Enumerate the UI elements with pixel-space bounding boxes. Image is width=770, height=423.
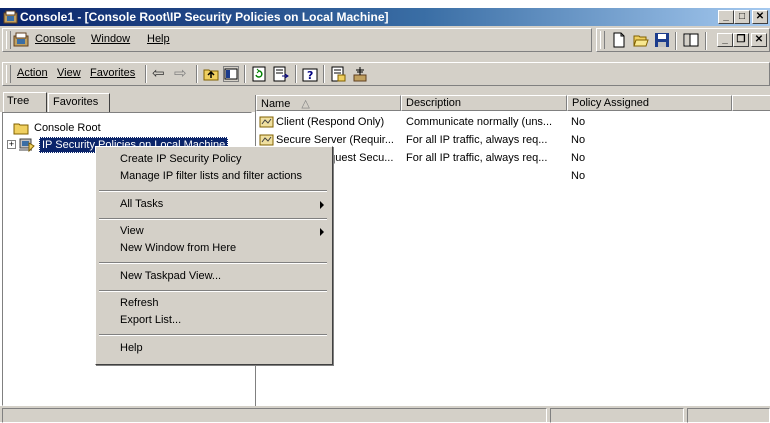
column-header-extra[interactable] [732,95,770,111]
menu-separator [99,262,327,264]
child-restore-button[interactable]: ❐ [733,33,749,47]
menu-separator [99,190,327,192]
window-title: Console1 - [Console Root\IP Security Pol… [20,10,389,24]
list-row[interactable]: Server (Request Secu... For all IP traff… [256,150,770,167]
menu-favorites[interactable]: Favorites [90,67,135,79]
toolbar-separator [675,32,677,50]
column-header-name-label: Name [261,98,291,110]
manage-filters-icon[interactable] [352,66,368,82]
list-row[interactable]: No [256,168,770,185]
menu-window[interactable]: Window [91,33,130,45]
menu-console[interactable]: Console [35,33,75,45]
row-policy-assigned: No [571,170,586,182]
menu-item-export-list[interactable]: Export List... [120,314,181,326]
folder-icon [13,123,29,135]
column-header-description[interactable]: Description [401,95,567,111]
toolbar-separator [145,65,147,83]
maximize-button[interactable]: □ [734,10,750,24]
help-topic-icon[interactable]: ? [302,66,318,82]
menu-separator [99,290,327,292]
menu-help[interactable]: Help [147,33,170,45]
menu-item-all-tasks[interactable]: All Tasks [120,198,163,210]
minimize-button[interactable]: _ [718,10,734,24]
row-name: Secure Server (Requir... [276,134,394,146]
up-one-level-icon[interactable] [203,66,219,82]
title-bar[interactable]: Console1 - [Console Root\IP Security Pol… [0,8,770,26]
row-description: For all IP traffic, always req... [406,152,548,164]
refresh-icon[interactable] [251,66,267,82]
menubar-grip[interactable] [6,31,11,49]
list-row[interactable]: Client (Respond Only) Communicate normal… [256,114,770,131]
menubar: Console Window Help [2,28,592,52]
menu-view[interactable]: View [57,67,81,79]
menu-toolbar-area: Console Window Help _ ❐ ✕ [0,26,770,60]
status-bar [0,406,770,423]
list-row[interactable]: Secure Server (Requir... For all IP traf… [256,132,770,149]
standard-toolbar: _ ❐ ✕ [596,28,770,52]
ip-security-policy-icon [19,138,35,153]
create-policy-icon[interactable] [330,66,346,82]
status-pane-main [2,408,547,423]
policy-icon [259,116,274,128]
row-name: Client (Respond Only) [276,116,385,128]
menu-item-create-ip-security-policy[interactable]: Create IP Security Policy [120,153,241,165]
tab-tree[interactable]: Tree [3,92,47,112]
row-description: Communicate normally (uns... [406,116,553,128]
context-menu: Create IP Security Policy Manage IP filt… [95,146,333,365]
show-hide-tree-icon[interactable] [223,66,239,82]
new-document-icon[interactable] [611,32,627,48]
menu-item-view[interactable]: View [120,225,144,237]
menu-item-new-window-from-here[interactable]: New Window from Here [120,242,236,254]
standard-toolbar-grip[interactable] [600,31,605,49]
status-pane-secondary [550,408,684,423]
close-button[interactable]: ✕ [752,10,768,24]
row-policy-assigned: No [571,134,586,146]
console-menu-icon[interactable] [13,32,29,48]
toolbar-separator [244,65,246,83]
tab-tree-label: Tree [7,95,30,107]
menu-item-help[interactable]: Help [120,342,143,354]
save-disk-icon[interactable] [654,32,670,48]
actionbar-grip[interactable] [6,65,11,83]
submenu-arrow-icon [320,228,324,236]
column-header-policy-assigned[interactable]: Policy Assigned [567,95,732,111]
submenu-arrow-icon [320,201,324,209]
tab-favorites-label: Favorites [53,96,99,108]
status-pane-tertiary [687,408,770,423]
show-hide-console-tree-icon[interactable] [683,32,699,48]
menu-item-refresh[interactable]: Refresh [120,297,159,309]
toolbar-separator [705,32,707,50]
menu-item-new-taskpad-view[interactable]: New Taskpad View... [120,270,221,282]
toolbar-separator [295,65,297,83]
row-policy-assigned: No [571,116,586,128]
child-minimize-button[interactable]: _ [717,33,733,47]
toolbar-separator [323,65,325,83]
row-policy-assigned: No [571,152,586,164]
child-close-button[interactable]: ✕ [751,33,767,47]
menu-separator [99,218,327,220]
menu-separator [99,334,327,336]
forward-arrow-icon[interactable]: ⇨ [174,64,187,82]
open-folder-icon[interactable] [633,32,649,48]
menu-item-manage-ip-filter-lists[interactable]: Manage IP filter lists and filter action… [120,170,302,182]
column-header-name[interactable]: Name △ [256,95,401,111]
tree-node-console-root[interactable]: Console Root [34,122,101,134]
back-arrow-icon[interactable]: ⇦ [152,64,165,82]
row-description: For all IP traffic, always req... [406,134,548,146]
export-list-icon[interactable] [273,66,289,82]
policy-icon [259,134,274,146]
toolbar-separator [196,65,198,83]
tab-favorites[interactable]: Favorites [48,93,110,112]
sort-ascending-icon: △ [301,98,310,110]
svg-text:?: ? [307,69,313,82]
action-bar-area: Action View Favorites ⇦ ⇨ ? [0,60,770,88]
mmc-console-icon [3,10,18,24]
tree-expand-toggle[interactable]: + [7,140,16,149]
menu-action[interactable]: Action [17,67,48,79]
action-bar: Action View Favorites ⇦ ⇨ ? [2,62,770,86]
